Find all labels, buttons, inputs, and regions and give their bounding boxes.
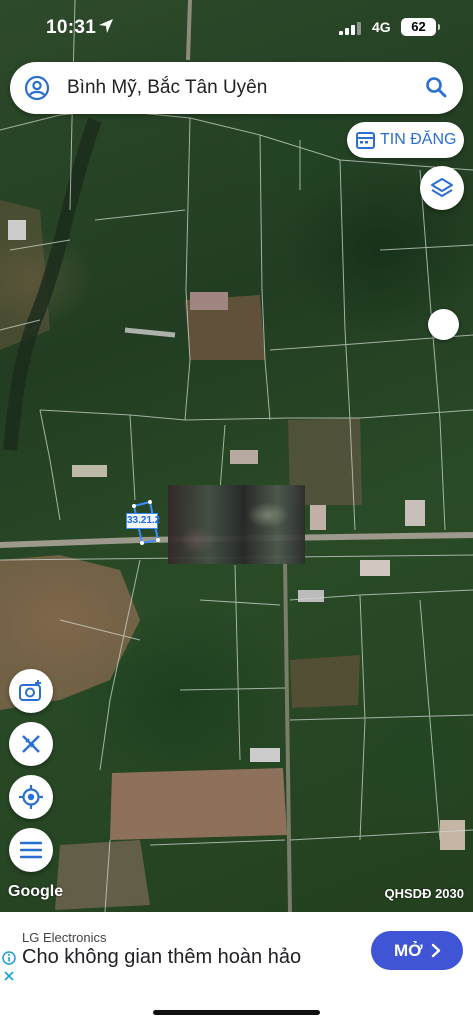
- ad-banner[interactable]: LG Electronics Cho không gian thêm hoàn …: [0, 912, 473, 986]
- my-location-icon: [19, 785, 43, 809]
- menu-button[interactable]: [9, 828, 53, 872]
- search-icon[interactable]: [425, 76, 447, 98]
- calendar-icon: [356, 132, 375, 149]
- ad-advertiser: LG Electronics: [22, 930, 107, 945]
- measure-button[interactable]: [9, 722, 53, 766]
- home-indicator[interactable]: [153, 1010, 320, 1015]
- ad-headline[interactable]: Cho không gian thêm hoàn hảo: [22, 946, 301, 969]
- battery-indicator: 62: [401, 18, 440, 36]
- search-bar[interactable]: Bình Mỹ, Bắc Tân Uyên: [10, 62, 463, 114]
- add-photo-button[interactable]: [9, 669, 53, 713]
- plan-layer-label: QHSDĐ 2030: [384, 886, 464, 901]
- location-arrow-icon: [99, 19, 113, 33]
- info-icon[interactable]: [2, 951, 16, 965]
- listings-button[interactable]: TIN ĐĂNG: [347, 122, 464, 158]
- ad-open-label: MỞ: [394, 941, 423, 960]
- listings-button-label: TIN ĐĂNG: [380, 131, 457, 148]
- home-area: [0, 986, 473, 1024]
- parcel-number-label[interactable]: 33.21.2: [126, 513, 160, 529]
- status-bar: 10:31 4G 62: [0, 0, 473, 58]
- ad-open-button[interactable]: MỞ: [371, 931, 463, 970]
- close-ad-icon[interactable]: [3, 970, 15, 982]
- layers-icon: [431, 178, 453, 197]
- user-circle-icon[interactable]: [24, 75, 50, 101]
- blurred-area: [168, 485, 305, 564]
- ruler-pencil-icon: [22, 735, 40, 753]
- google-attribution: Google: [8, 883, 64, 900]
- status-time: 10:31: [46, 17, 97, 38]
- map-toggle-dot[interactable]: [428, 309, 459, 340]
- camera-plus-icon: [19, 680, 41, 701]
- signal-icon: [339, 22, 361, 35]
- layers-button[interactable]: [420, 166, 464, 210]
- network-type: 4G: [372, 19, 391, 35]
- my-location-button[interactable]: [9, 775, 53, 819]
- search-input[interactable]: Bình Mỹ, Bắc Tân Uyên: [67, 77, 267, 99]
- chevron-right-icon: [431, 943, 441, 958]
- menu-icon: [20, 841, 42, 859]
